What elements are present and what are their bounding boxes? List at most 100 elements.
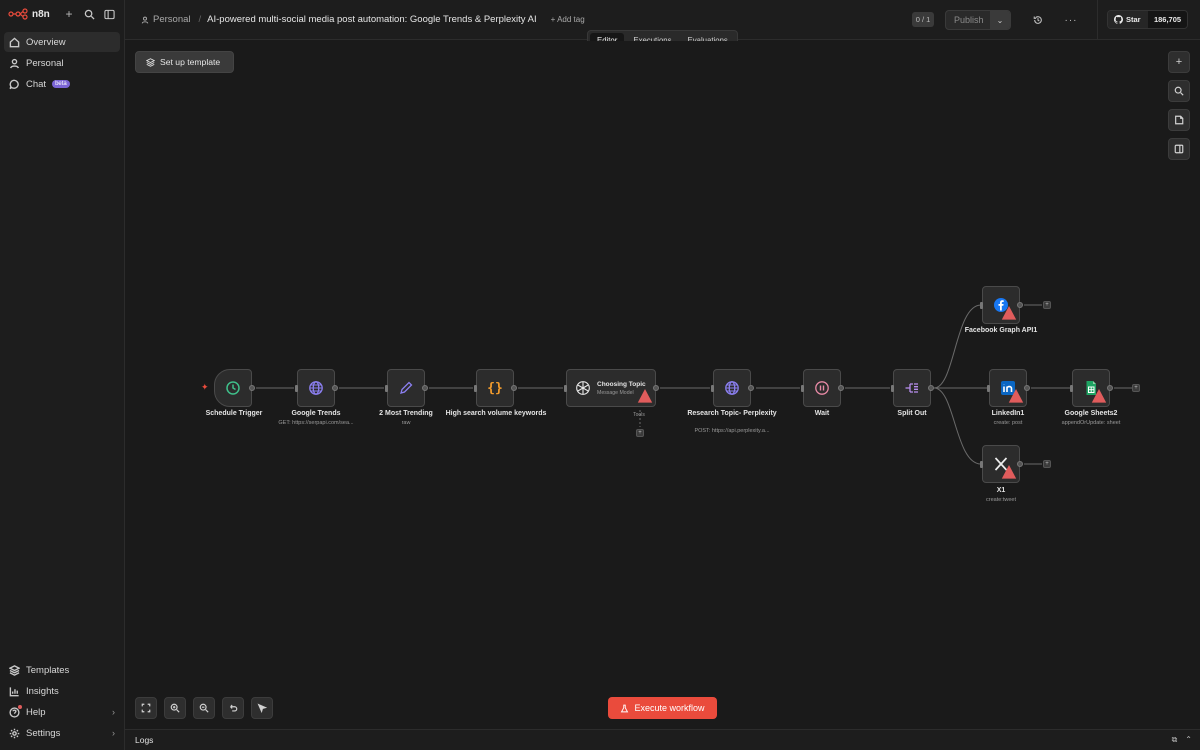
output-handle[interactable] [332, 385, 338, 391]
warning-icon [1001, 306, 1017, 320]
trigger-bolt-icon: ✦ [201, 382, 209, 392]
node-schedule-trigger[interactable] [214, 369, 255, 407]
chevron-up-icon[interactable]: ⌃ [1185, 735, 1192, 745]
breadcrumb-separator: / [198, 14, 202, 25]
globe-icon [725, 381, 739, 395]
setup-template-label: Set up template [160, 57, 221, 67]
node-label: Split Out [897, 410, 927, 417]
user-icon [141, 16, 149, 24]
output-handle[interactable] [1024, 385, 1030, 391]
pencil-icon [400, 381, 413, 394]
node-facebook-graph[interactable] [980, 286, 1023, 324]
node-google-trends[interactable] [295, 369, 338, 407]
warning-icon [1091, 389, 1107, 403]
toggle-panel-button[interactable] [1168, 138, 1190, 160]
node-label: X1 [996, 487, 1006, 494]
select-mode-button[interactable] [251, 697, 273, 719]
divider [1097, 0, 1098, 40]
input-handle[interactable] [1070, 385, 1073, 392]
setup-template-button[interactable]: Set up template [135, 51, 234, 73]
n8n-logo[interactable]: n8n [8, 8, 56, 20]
node-research-topic[interactable] [711, 369, 754, 407]
node-keywords-code[interactable]: {} [474, 369, 517, 407]
add-tag-button[interactable]: + Add tag [551, 15, 585, 24]
add-icon[interactable]: + [62, 7, 76, 21]
fit-view-icon [141, 703, 151, 713]
warning-icon [637, 389, 653, 403]
chat-icon [9, 79, 19, 89]
pop-out-icon[interactable]: ⧉ [1172, 735, 1178, 745]
output-handle[interactable] [928, 385, 934, 391]
output-handle[interactable] [1107, 385, 1113, 391]
undo-button[interactable] [222, 697, 244, 719]
logs-actions: ⧉ ⌃ [1172, 735, 1192, 745]
workflow-title[interactable]: AI-powered multi-social media post autom… [207, 14, 537, 25]
fit-view-button[interactable] [135, 697, 157, 719]
output-handle[interactable] [1017, 461, 1023, 467]
input-handle[interactable] [474, 385, 477, 392]
code-braces-icon: {} [487, 380, 503, 396]
zoom-in-button[interactable] [164, 697, 186, 719]
execute-workflow-button[interactable]: Execute workflow [608, 697, 717, 719]
publish-button[interactable]: Publish ⌄ [945, 10, 1011, 30]
sidebar-item-overview[interactable]: Overview [4, 32, 120, 52]
flask-icon [621, 704, 629, 712]
input-handle[interactable] [564, 385, 567, 392]
notification-dot [18, 705, 22, 709]
input-handle[interactable] [295, 385, 298, 392]
zoom-out-button[interactable] [193, 697, 215, 719]
sidebar-item-label: Templates [26, 664, 70, 676]
sidebar-item-personal[interactable]: Personal [4, 53, 120, 73]
node-linkedin[interactable] [987, 369, 1030, 407]
sidebar-item-templates[interactable]: Templates [4, 660, 120, 680]
output-handle[interactable] [653, 385, 659, 391]
collapse-sidebar-icon[interactable] [102, 7, 116, 21]
sidebar-item-insights[interactable]: Insights [4, 681, 120, 701]
node-google-sheets[interactable] [1070, 369, 1113, 407]
node-most-trending[interactable] [385, 369, 428, 407]
node-label: Google Sheets2 [1064, 410, 1118, 417]
sticky-note-button[interactable] [1168, 109, 1190, 131]
output-handle[interactable] [838, 385, 844, 391]
node-x1[interactable] [980, 445, 1023, 483]
add-node-after-button[interactable]: + [1043, 301, 1051, 309]
input-handle[interactable] [711, 385, 714, 392]
output-handle[interactable] [748, 385, 754, 391]
logs-label: Logs [135, 735, 154, 745]
add-tool-button[interactable]: + [636, 429, 644, 437]
more-options-icon[interactable]: ··· [1063, 12, 1079, 28]
input-handle[interactable] [891, 385, 894, 392]
clock-icon [226, 381, 240, 395]
search-icon[interactable] [82, 7, 96, 21]
canvas-bottom-toolbar [135, 697, 273, 719]
logs-panel-bar[interactable]: Logs ⧉ ⌃ [125, 729, 1200, 750]
sidebar-item-chat[interactable]: Chat beta [4, 74, 120, 94]
sidebar-item-settings[interactable]: Settings › [4, 723, 120, 743]
add-node-after-button[interactable]: + [1132, 384, 1140, 392]
output-handle[interactable] [422, 385, 428, 391]
chevron-right-icon: › [112, 728, 115, 738]
add-node-button[interactable]: + [1168, 51, 1190, 73]
output-handle[interactable] [249, 385, 255, 391]
history-icon[interactable] [1030, 12, 1046, 28]
github-star-button[interactable]: Star 186,705 [1107, 10, 1188, 29]
node-choosing-topic[interactable]: Choosing Topic Message Model [564, 369, 659, 407]
chevron-down-icon[interactable]: ⌄ [990, 11, 1010, 29]
sidebar-item-help[interactable]: Help › [4, 702, 120, 722]
search-nodes-button[interactable] [1168, 80, 1190, 102]
input-handle[interactable] [980, 302, 983, 309]
node-wait[interactable] [801, 369, 844, 407]
node-split-out[interactable] [891, 369, 934, 407]
breadcrumb-project[interactable]: Personal [153, 14, 191, 25]
workflow-canvas[interactable]: Set up template + ✦ Schedule Trigger Goo… [125, 41, 1200, 729]
output-handle[interactable] [1017, 302, 1023, 308]
zoom-out-icon [199, 703, 209, 713]
output-handle[interactable] [511, 385, 517, 391]
input-handle[interactable] [987, 385, 990, 392]
input-handle[interactable] [980, 461, 983, 468]
add-node-after-button[interactable]: + [1043, 460, 1051, 468]
input-handle[interactable] [385, 385, 388, 392]
canvas-right-toolbar: + [1168, 51, 1190, 160]
globe-icon [309, 381, 323, 395]
input-handle[interactable] [801, 385, 804, 392]
